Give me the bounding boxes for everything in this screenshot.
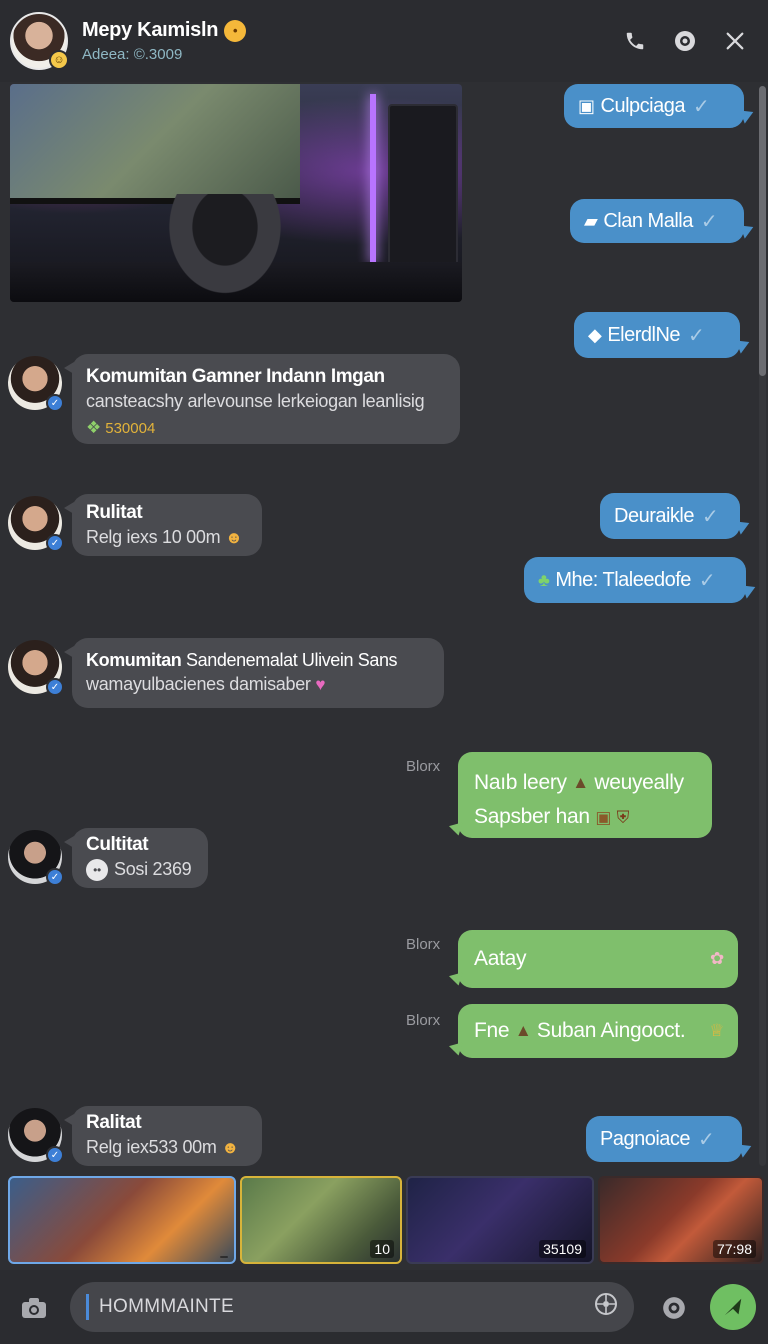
incoming-message[interactable]: ✓ Cultitat •• Sosi 2369 bbox=[8, 828, 208, 888]
phone-icon[interactable] bbox=[618, 24, 652, 58]
incoming-message[interactable]: ✓ Komumitan Gamner Indann Imgan cansteac… bbox=[8, 354, 460, 444]
sender-avatar[interactable]: ✓ bbox=[8, 1108, 64, 1164]
message-input[interactable]: HOMMMAINTE bbox=[70, 1282, 634, 1332]
message-meta: ❖ 530004 bbox=[86, 418, 156, 437]
sender-label: Blorx bbox=[406, 758, 441, 775]
send-button[interactable] bbox=[710, 1284, 756, 1330]
read-check-icon: ✓ bbox=[701, 505, 719, 528]
message-text: •• Sosi 2369 bbox=[86, 859, 194, 882]
message-text: Relg iexs 10 00m ☻ bbox=[86, 527, 243, 548]
read-check-icon: ✓ bbox=[692, 95, 710, 118]
trophy-icon: ♕ bbox=[709, 1021, 724, 1040]
outgoing-message[interactable]: ▣ Culpciaga ✓ bbox=[564, 84, 744, 128]
read-check-icon: ✓ bbox=[688, 324, 705, 347]
read-check-icon: ✓ bbox=[698, 569, 716, 592]
incoming-message[interactable]: ✓ Rulitat Relg iexs 10 00m ☻ bbox=[8, 494, 262, 556]
sender-label: Blorx bbox=[406, 1012, 441, 1029]
image-person bbox=[160, 194, 290, 302]
message-line: Sapsber han ▣ ⛨ bbox=[474, 800, 696, 834]
incoming-message[interactable]: ✓ Ralitat Relg iex533 00m ☻ bbox=[8, 1106, 262, 1166]
sticker-icon[interactable] bbox=[594, 1292, 618, 1322]
scrollbar[interactable] bbox=[759, 86, 766, 1166]
hat-icon: ▲ bbox=[514, 1021, 532, 1041]
send-icon bbox=[724, 1298, 742, 1316]
sender-avatar[interactable]: ✓ bbox=[8, 640, 64, 696]
status-badge-icon: ☺ bbox=[49, 50, 69, 70]
outgoing-message[interactable]: Deuraikle ✓ bbox=[600, 493, 740, 539]
camera-icon[interactable] bbox=[16, 1290, 52, 1326]
image-monitor bbox=[10, 84, 300, 204]
grin-emoji-icon: ☻ bbox=[221, 1138, 239, 1158]
outgoing-message[interactable]: ◆ ElerdlNe ✓ bbox=[574, 312, 740, 358]
emoji-picker-icon[interactable] bbox=[656, 1290, 692, 1326]
sender-avatar[interactable]: ✓ bbox=[8, 830, 64, 886]
message-bubble[interactable]: Ralitat Relg iex533 00m ☻ bbox=[64, 1106, 262, 1166]
contact-status: Adeea: ©.3009 bbox=[82, 46, 183, 63]
chat-header: ☺ Mepy Kaımisln • Adeea: ©.3009 bbox=[0, 0, 768, 82]
close-icon[interactable] bbox=[718, 24, 752, 58]
treasure-icon: ▰ bbox=[584, 210, 598, 231]
media-thumbnail[interactable] bbox=[8, 1176, 236, 1264]
grin-emoji-icon: ☻ bbox=[224, 528, 243, 548]
message-line: Naıb leery ▲ weuyeally bbox=[474, 766, 696, 800]
verified-icon: ✓ bbox=[46, 868, 64, 886]
image-pc-tower bbox=[388, 104, 458, 284]
outgoing-message[interactable]: Aatay ✿ bbox=[458, 930, 738, 988]
message-bubble[interactable]: Komumitan Gamner Indann Imgan cansteacsh… bbox=[64, 354, 460, 444]
read-check-icon: ✓ bbox=[698, 1128, 715, 1151]
message-bubble[interactable]: Cultitat •• Sosi 2369 bbox=[64, 828, 208, 888]
text-cursor bbox=[86, 1294, 89, 1320]
pig-balloon-icon: ✿ bbox=[710, 949, 724, 968]
outgoing-message[interactable]: Pagnoiace ✓ bbox=[586, 1116, 742, 1162]
chest-icon: ▣ bbox=[578, 95, 595, 116]
message-bubble[interactable]: Rulitat Relg iexs 10 00m ☻ bbox=[64, 494, 262, 556]
outgoing-message[interactable]: ▰ Clan Malla ✓ bbox=[570, 199, 744, 243]
media-thumbnail[interactable]: 77:98 bbox=[598, 1176, 764, 1264]
message-text: cansteacshy arlevounse lerkeiogan leanli… bbox=[86, 391, 425, 411]
media-thumbnail[interactable]: 35109 bbox=[406, 1176, 594, 1264]
clover-icon: ♣ bbox=[538, 569, 550, 590]
message-text: Relg iex533 00m ☻ bbox=[86, 1137, 239, 1158]
heart-icon: ♥ bbox=[315, 675, 326, 695]
message-input-text[interactable]: HOMMMAINTE bbox=[99, 1296, 594, 1318]
sender-name: Komumitan Gamner Indann Imgan bbox=[86, 366, 385, 387]
sender-name: Komumitan Sandenemalat Ulivein Sans bbox=[86, 650, 398, 670]
message-bubble[interactable]: Komumitan Sandenemalat Ulivein Sans wama… bbox=[64, 638, 444, 708]
shield-icon: ⛨ bbox=[616, 807, 630, 827]
sender-avatar[interactable]: ✓ bbox=[8, 496, 64, 552]
media-thumbnail[interactable]: 10 bbox=[240, 1176, 402, 1264]
contact-name: Mepy Kaımisln • bbox=[82, 19, 602, 42]
frog-icon: ❖ bbox=[86, 418, 102, 437]
gem-icon: ◆ bbox=[588, 324, 602, 345]
verified-icon: ✓ bbox=[46, 394, 64, 412]
message-text: wamayulbacienes damisaber ♥ bbox=[86, 674, 326, 695]
ghost-icon: •• bbox=[86, 859, 108, 882]
contact-info[interactable]: Mepy Kaımisln • Adeea: ©.3009 bbox=[82, 19, 602, 63]
sender-name: Rulitat bbox=[86, 502, 143, 523]
image-neon-light bbox=[370, 94, 376, 264]
sender-name: Cultitat bbox=[86, 834, 149, 855]
hat-icon: ▲ bbox=[572, 773, 589, 793]
shared-image-gaming-setup[interactable] bbox=[10, 84, 462, 302]
sender-avatar[interactable]: ✓ bbox=[8, 356, 64, 412]
verified-icon: ✓ bbox=[46, 534, 64, 552]
outgoing-message[interactable]: Naıb leery ▲ weuyeally Sapsber han ▣ ⛨ bbox=[458, 752, 712, 838]
reaction-icon[interactable] bbox=[668, 24, 702, 58]
scrollbar-thumb[interactable] bbox=[759, 86, 766, 376]
media-thumbnail-strip[interactable]: 10 35109 77:98 bbox=[0, 1172, 768, 1268]
surprised-emoji-icon: • bbox=[224, 19, 247, 42]
outgoing-message[interactable]: ♣ Mhe: Tlaleedofe ✓ bbox=[524, 557, 746, 603]
lock-icon: ▣ bbox=[595, 807, 612, 827]
message-composer: HOMMMAINTE bbox=[0, 1270, 768, 1344]
verified-icon: ✓ bbox=[46, 1146, 64, 1164]
verified-icon: ✓ bbox=[46, 678, 64, 696]
sender-name: Ralitat bbox=[86, 1112, 142, 1133]
incoming-message[interactable]: ✓ Komumitan Sandenemalat Ulivein Sans wa… bbox=[8, 638, 444, 708]
outgoing-message[interactable]: Fne ▲ Suban Aingooct. ♕ bbox=[458, 1004, 738, 1058]
read-check-icon: ✓ bbox=[700, 210, 718, 233]
sender-label: Blorx bbox=[406, 936, 441, 953]
contact-avatar[interactable]: ☺ bbox=[10, 12, 69, 70]
